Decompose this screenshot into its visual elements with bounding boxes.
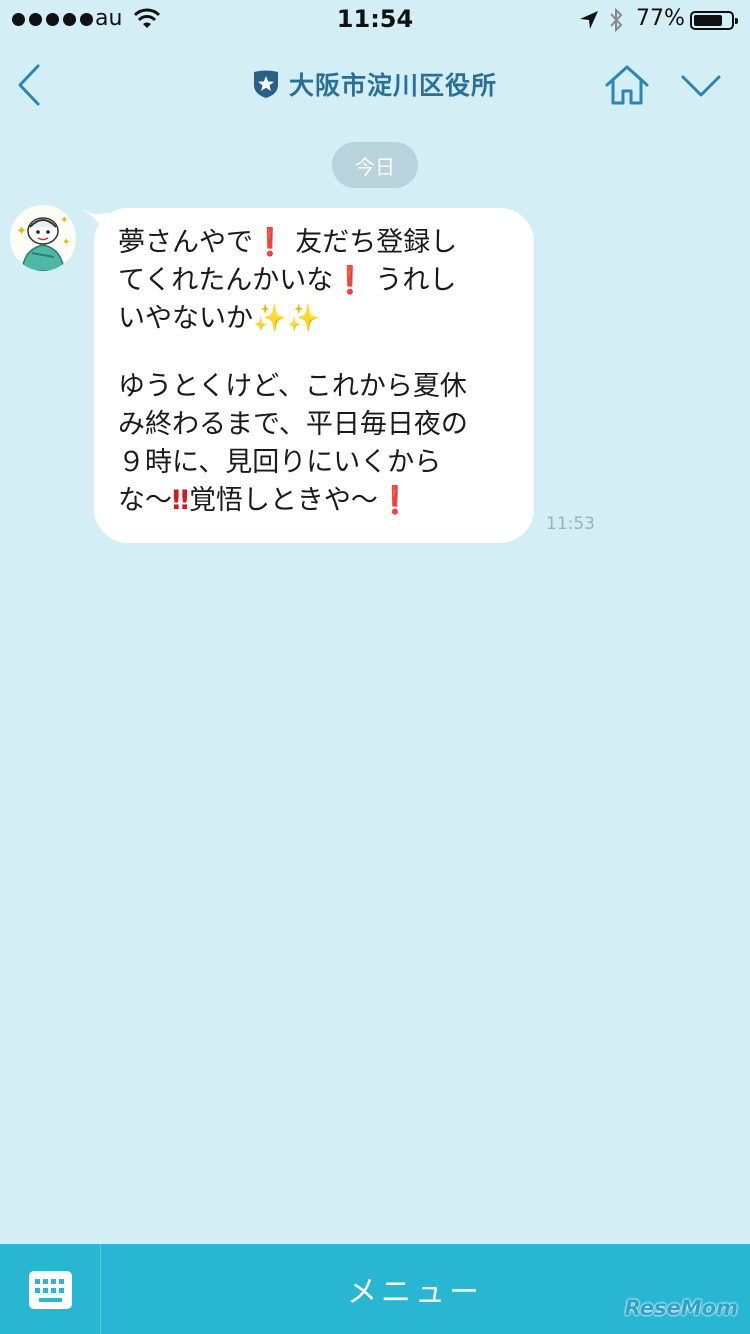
location-arrow-icon [580,11,598,29]
message-line: ９時に、見回りにいくから [118,447,442,478]
watermark-logo: ReseMom [624,1296,738,1320]
battery-percent: 77% [636,6,685,31]
message-timestamp: 11:53 [546,514,595,534]
svg-text:✦: ✦ [60,215,68,226]
official-badge-icon [253,70,278,98]
message-line: な～‼覚悟しときや～❗ [118,485,412,516]
double-exclamation-icon: ‼ [172,485,189,516]
message-line: いやないか✨✨ [118,303,321,334]
title-text: 大阪市淀川区役所 [288,71,497,100]
svg-text:✦: ✦ [16,224,27,239]
keyboard-icon [29,1271,72,1309]
message-line: てくれたんかいな❗ うれし [118,265,457,296]
date-separator: 今日 [332,142,418,188]
bottom-menu-bar: メニュー [0,1244,750,1334]
svg-text:✦: ✦ [62,237,70,248]
message-line: 夢さんやで❗ 友だち登録し [118,227,458,258]
exclamation-icon: ❗ [377,485,412,516]
avatar-illustration: ✦ ✦ ✦ [10,205,76,271]
chevron-down-icon[interactable] [680,74,722,98]
nav-bar: 大阪市淀川区役所 [0,40,750,130]
battery-icon [690,11,738,30]
sparkles-icon: ✨✨ [253,303,321,334]
exclamation-icon: ❗ [253,227,287,258]
status-bar: au 11:54 77% [0,0,750,40]
message-line: み終わるまで、平日毎日夜の [118,409,468,440]
bluetooth-icon [610,7,623,33]
menu-button[interactable]: メニュー [100,1244,730,1334]
keyboard-toggle-button[interactable] [0,1244,101,1334]
avatar[interactable]: ✦ ✦ ✦ [10,205,76,271]
home-icon[interactable] [604,64,650,106]
exclamation-icon: ❗ [333,265,367,296]
message-line: ゆうとくけど、これから夏休 [118,371,467,402]
message-bubble[interactable]: 夢さんやで❗ 友だち登録し てくれたんかいな❗ うれし いやないか✨✨ ゆうとく… [94,208,534,543]
